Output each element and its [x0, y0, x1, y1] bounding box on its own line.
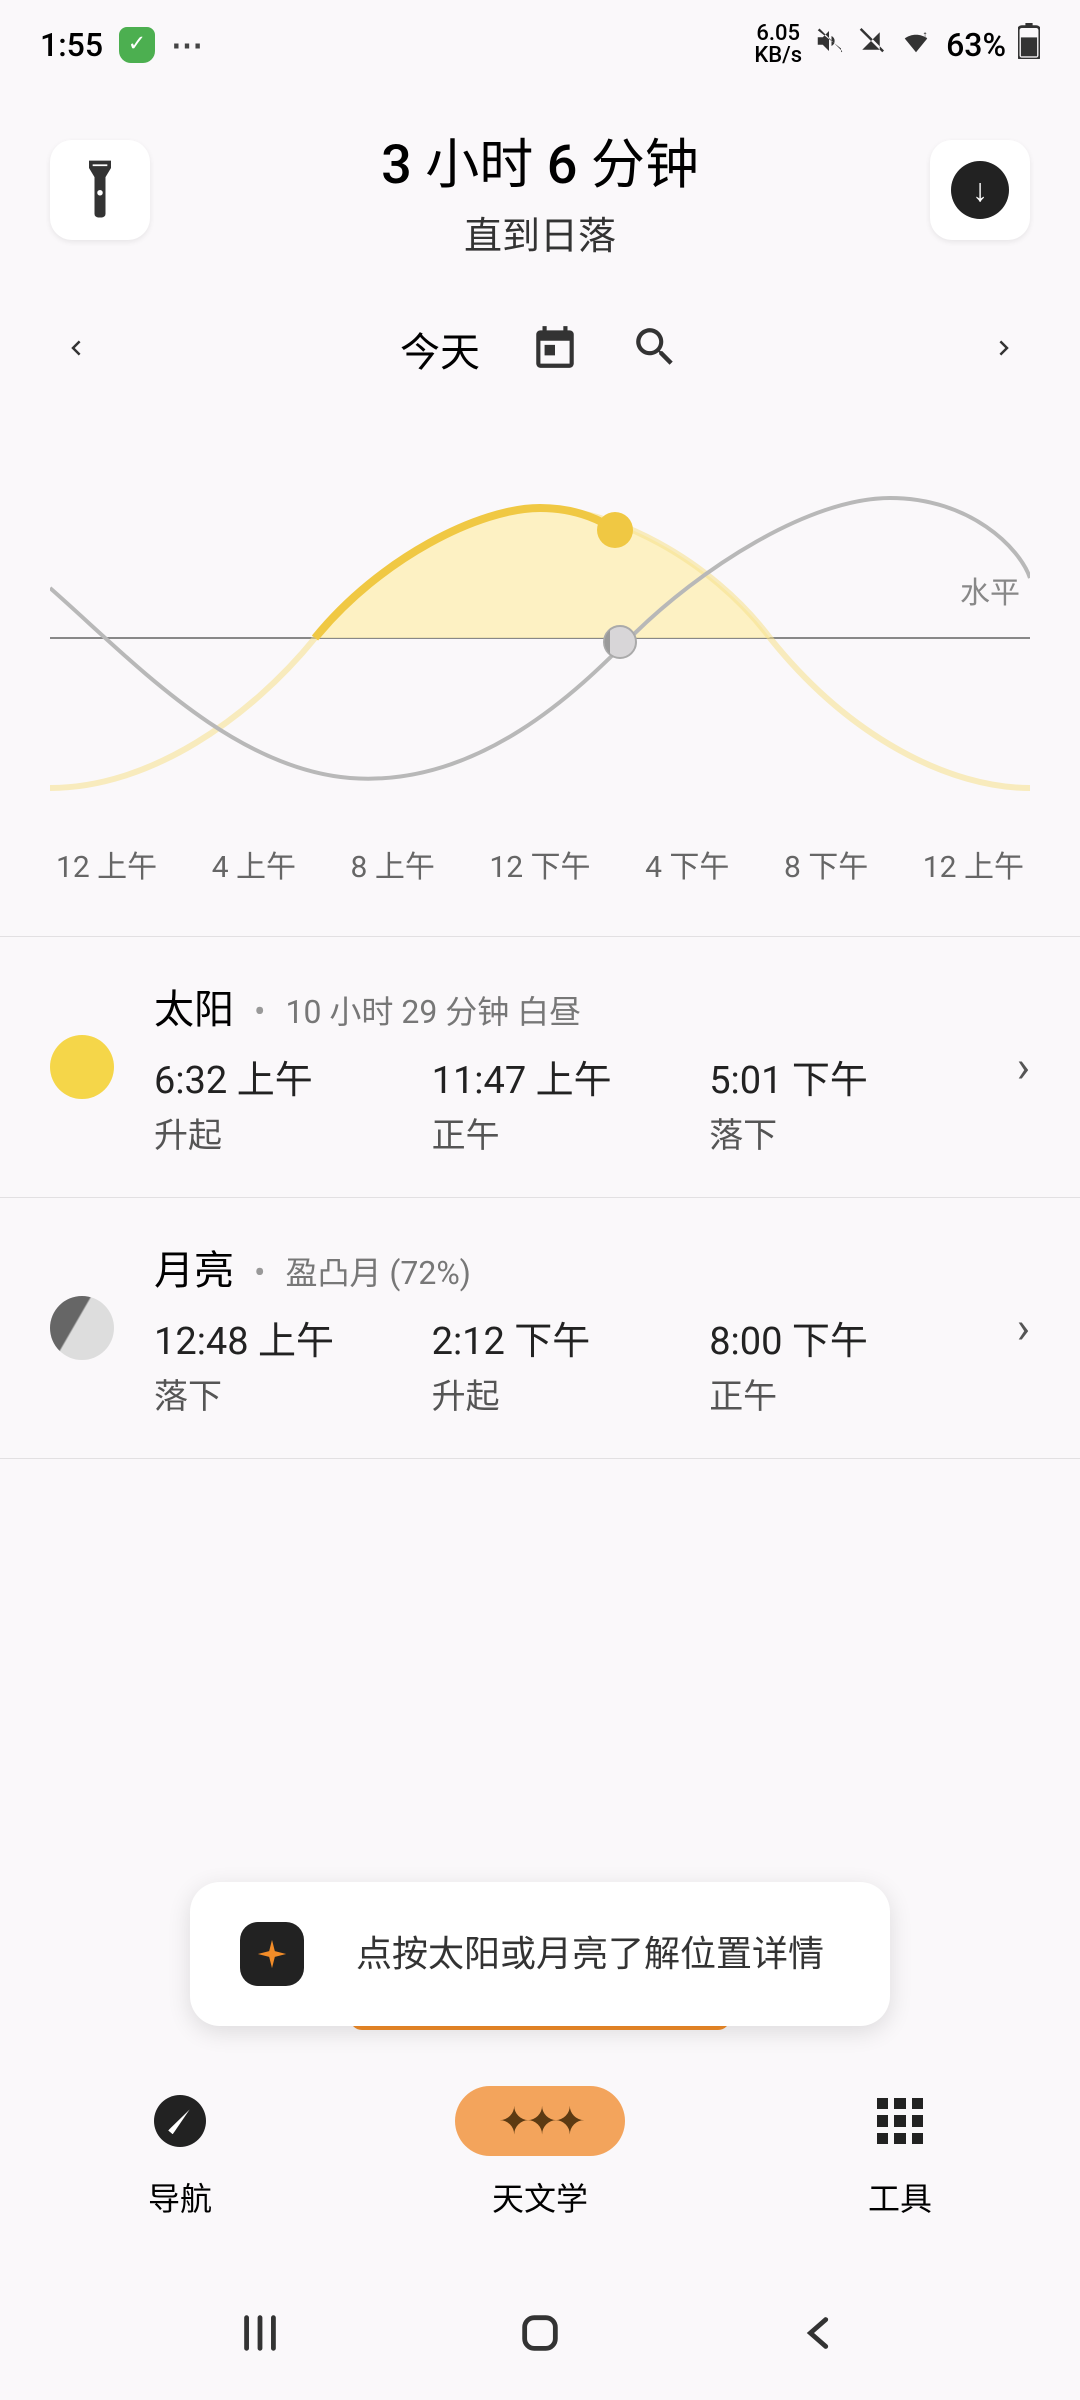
clock: 1:55	[40, 26, 103, 64]
date-nav: 今天	[0, 290, 1080, 398]
status-bar: 1:55 ⋯ 6.05 KB/s ↕ 63%	[0, 0, 1080, 90]
nav-navigation[interactable]: 导航	[0, 2086, 360, 2220]
bottom-nav: 导航 ✦✦✦ 天文学 工具	[0, 2056, 1080, 2270]
header: 3 小时 6 分钟 直到日落 ↓	[0, 90, 1080, 290]
moon-rise-time: 2:12 下午	[432, 1310, 700, 1365]
calendar-button[interactable]	[530, 322, 580, 376]
sun-name: 太阳	[154, 977, 234, 1035]
compass-icon	[154, 2095, 206, 2147]
search-icon	[630, 322, 680, 372]
flashlight-icon	[78, 160, 122, 220]
countdown-text: 3 小时 6 分钟	[150, 120, 930, 199]
horizon-label: 水平	[960, 568, 1020, 612]
system-nav	[0, 2270, 1080, 2400]
flashlight-button[interactable]	[50, 140, 150, 240]
moon-set-time: 12:48 上午	[154, 1310, 422, 1365]
chevron-right-icon: ›	[1017, 1041, 1030, 1093]
more-icon: ⋯	[171, 26, 206, 64]
back-button[interactable]	[797, 2310, 843, 2360]
mute-icon	[814, 26, 844, 64]
shield-icon	[119, 27, 155, 63]
hint-card[interactable]: 点按太阳或月亮了解位置详情	[190, 1882, 890, 2026]
moon-meta: 盈凸月 (72%)	[285, 1248, 470, 1294]
sun-rise-time: 6:32 上午	[154, 1049, 422, 1104]
prev-day-button[interactable]	[60, 325, 90, 374]
sun-meta: 10 小时 29 分钟 白昼	[285, 987, 581, 1033]
svg-text:↕: ↕	[922, 29, 928, 42]
sun-row[interactable]: 太阳 • 10 小时 29 分钟 白昼 6:32 上午升起 11:47 上午正午…	[0, 936, 1080, 1198]
download-icon: ↓	[951, 161, 1009, 219]
wifi-icon: ↕	[898, 26, 934, 64]
chevron-right-icon: ›	[1017, 1302, 1030, 1354]
search-button[interactable]	[630, 322, 680, 376]
sun-set-time: 5:01 下午	[709, 1049, 977, 1104]
battery-text: 63%	[946, 26, 1006, 64]
home-button[interactable]	[517, 2310, 563, 2360]
until-text: 直到日落	[150, 205, 930, 260]
recents-button[interactable]	[237, 2310, 283, 2360]
altitude-chart[interactable]: 水平 12 上午 4 上午 8 上午 12 下午 4 下午 8 下午 12 上午	[0, 398, 1080, 906]
network-speed: 6.05 KB/s	[754, 23, 802, 67]
today-label[interactable]: 今天	[400, 320, 480, 378]
next-day-button[interactable]	[990, 325, 1020, 374]
nav-astronomy[interactable]: ✦✦✦ 天文学	[360, 2086, 720, 2220]
hint-text: 点按太阳或月亮了解位置详情	[340, 1928, 840, 1980]
grid-icon	[877, 2098, 923, 2144]
download-button[interactable]: ↓	[930, 140, 1030, 240]
nav-tools[interactable]: 工具	[720, 2086, 1080, 2220]
sun-noon-time: 11:47 上午	[432, 1049, 700, 1104]
chart-x-axis: 12 上午 4 上午 8 上午 12 下午 4 下午 8 下午 12 上午	[50, 842, 1030, 886]
moon-name: 月亮	[154, 1238, 234, 1296]
compass-app-icon	[240, 1922, 304, 1986]
no-sim-icon	[856, 24, 886, 66]
moon-icon	[50, 1296, 114, 1360]
battery-icon	[1018, 23, 1040, 67]
moon-noon-time: 8:00 下午	[709, 1310, 977, 1365]
sparkles-icon: ✦✦✦	[498, 2099, 582, 2144]
moon-row[interactable]: 月亮 • 盈凸月 (72%) 12:48 上午落下 2:12 下午升起 8:00…	[0, 1198, 1080, 1459]
calendar-icon	[530, 322, 580, 372]
sun-icon	[50, 1035, 114, 1099]
